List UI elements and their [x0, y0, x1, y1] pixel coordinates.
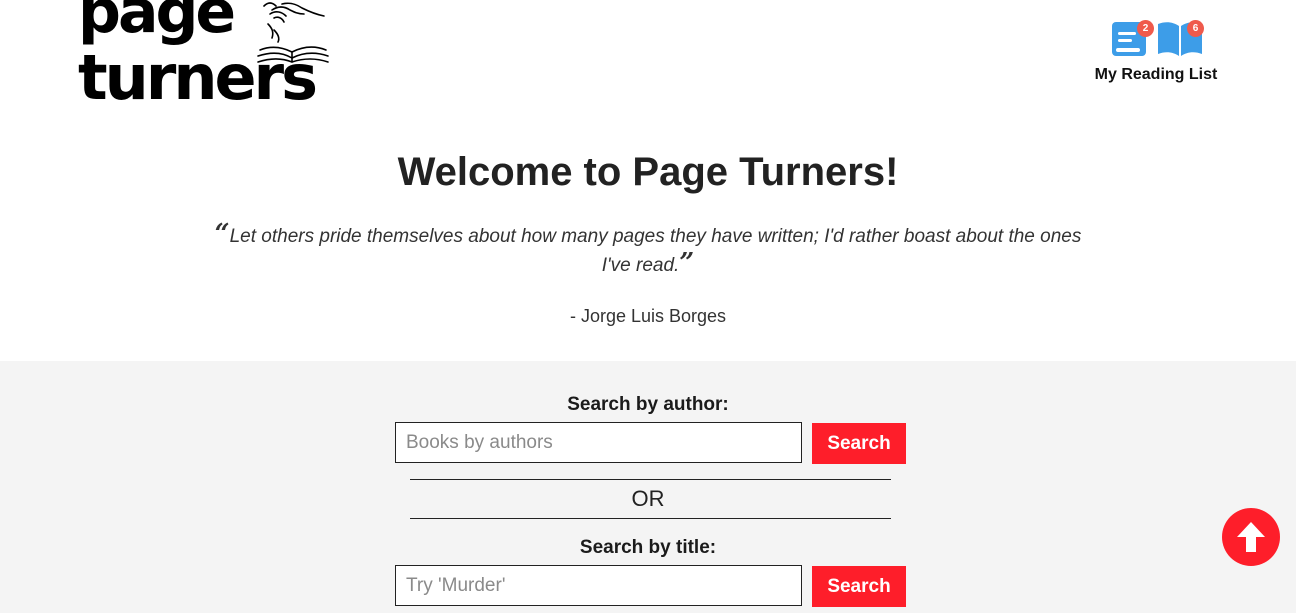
author-search-input[interactable]	[395, 422, 802, 463]
site-header: page turners 2 6 My Reading List	[0, 0, 1296, 130]
title-search-input[interactable]	[395, 565, 802, 606]
quote-text: Let others pride themselves about how ma…	[229, 226, 1082, 276]
scroll-to-top-button[interactable]	[1222, 508, 1280, 566]
borges-quote: “Let others pride themselves about how m…	[200, 221, 1096, 279]
close-quote-mark: ”	[679, 248, 695, 278]
search-by-author-label: Search by author:	[567, 394, 729, 415]
title-search-button[interactable]: Search	[812, 566, 906, 607]
hand-turning-page-icon	[257, 2, 329, 63]
or-divider-bottom-line	[410, 518, 891, 519]
open-quote-mark: “	[214, 219, 230, 249]
logo-word-page: page	[78, 0, 236, 47]
my-reading-list-button[interactable]: 2 6 My Reading List	[1086, 16, 1226, 88]
page-title: Welcome to Page Turners!	[397, 150, 899, 194]
arrow-up-icon	[1237, 522, 1265, 552]
page-turners-logo[interactable]: page turners	[78, 0, 330, 110]
author-search-button[interactable]: Search	[812, 423, 906, 464]
open-book-count-badge: 6	[1187, 20, 1204, 37]
book-stack-count-badge: 2	[1137, 20, 1154, 37]
reading-list-label: My Reading List	[1094, 66, 1218, 83]
search-by-title-label: Search by title:	[579, 537, 717, 558]
quote-attribution: - Jorge Luis Borges	[569, 306, 727, 326]
or-divider-text: OR	[631, 486, 665, 511]
search-section: Search by author: Search OR Search by ti…	[0, 361, 1296, 613]
or-divider-top-line	[410, 479, 891, 480]
